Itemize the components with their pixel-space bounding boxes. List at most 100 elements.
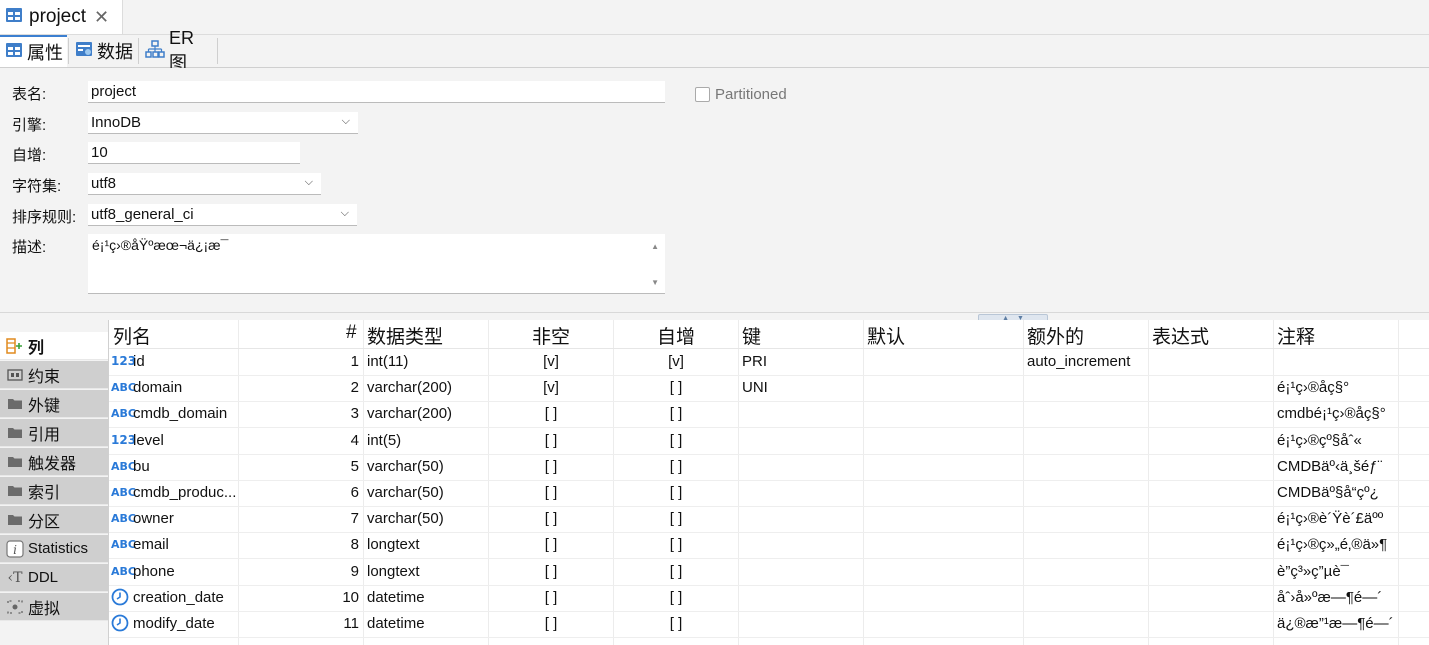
table-row[interactable]: ABC cmdb_produc... 6 varchar(50)[ ][ ] CMDBä…	[109, 480, 1429, 507]
cell-not-null[interactable]: [ ]	[492, 510, 610, 527]
cell-comment[interactable]: CMDBäº§å“çº¿	[1277, 484, 1395, 501]
cell-type[interactable]: varchar(50)	[367, 510, 485, 527]
sidebar-item-virtual[interactable]: 虚拟	[0, 593, 108, 621]
cell-type[interactable]: longtext	[367, 563, 485, 580]
table-row[interactable]: ABC owner 7 varchar(50)[ ][ ] é¡¹ç›®è´Ÿè´£äº…	[109, 506, 1429, 534]
cell-auto-inc[interactable]: [ ]	[617, 432, 735, 449]
cell-comment[interactable]: CMDBäº‹ä¸šéƒ¨	[1277, 458, 1395, 475]
header-expression[interactable]: 表达式	[1152, 322, 1209, 349]
cell-auto-inc[interactable]: [ ]	[617, 536, 735, 553]
cell-not-null[interactable]: [ ]	[492, 615, 610, 632]
cell-type[interactable]: varchar(50)	[367, 458, 485, 475]
partitioned-checkbox[interactable]: Partitioned	[695, 86, 787, 103]
auto-increment-input[interactable]: 10	[88, 142, 300, 164]
cell-key[interactable]: PRI	[742, 353, 860, 370]
cell-not-null[interactable]: [v]	[492, 353, 610, 370]
cell-num[interactable]: 2	[249, 379, 359, 396]
cell-name[interactable]: bu	[133, 458, 236, 475]
header-name[interactable]: 列名	[113, 322, 151, 349]
header-comment[interactable]: 注释	[1277, 322, 1315, 349]
cell-type[interactable]: varchar(200)	[367, 379, 485, 396]
sidebar-item-columns[interactable]: 列	[0, 332, 108, 360]
cell-num[interactable]: 9	[249, 563, 359, 580]
cell-comment[interactable]: é¡¹ç›®åç§°	[1277, 379, 1395, 396]
sidebar-item-ddl[interactable]: ‹T DDL	[0, 564, 108, 592]
tab-project[interactable]: project ✕	[0, 0, 123, 34]
cell-name[interactable]: creation_date	[133, 589, 236, 606]
cell-comment[interactable]: è”ç³»ç”µè¯	[1277, 563, 1395, 580]
header-extra[interactable]: 额外的	[1027, 322, 1084, 349]
cell-not-null[interactable]: [ ]	[492, 405, 610, 422]
sidebar-item-foreign-keys[interactable]: 外键	[0, 390, 108, 418]
cell-type[interactable]: int(11)	[367, 353, 485, 370]
cell-type[interactable]: datetime	[367, 615, 485, 632]
tab-er-diagram[interactable]: ER 图	[140, 28, 216, 73]
cell-auto-inc[interactable]: [ ]	[617, 510, 735, 527]
cell-not-null[interactable]: [ ]	[492, 563, 610, 580]
table-row[interactable]: ABC email 8 longtext[ ][ ] é¡¹ç›®ç»„é‚®ä»¶	[109, 532, 1429, 560]
cell-comment[interactable]: åˆ›å»ºæ—¶é—´	[1277, 589, 1395, 606]
cell-name[interactable]: cmdb_produc...	[133, 484, 236, 501]
cell-comment[interactable]: cmdbé¡¹ç›®åç§°	[1277, 405, 1395, 422]
cell-not-null[interactable]: [ ]	[492, 536, 610, 553]
cell-name[interactable]: email	[133, 536, 236, 553]
cell-auto-inc[interactable]: [ ]	[617, 458, 735, 475]
cell-name[interactable]: domain	[133, 379, 236, 396]
sidebar-item-indexes[interactable]: 索引	[0, 477, 108, 505]
cell-not-null[interactable]: [ ]	[492, 432, 610, 449]
table-row[interactable]: modify_date 11 datetime [ ] [ ] ä¿®æ”¹æ—¶é—´	[109, 611, 1429, 638]
description-textarea[interactable]: é¡¹ç›®åŸºæœ¬ä¿¡æ¯ ▲ ▼	[88, 234, 665, 294]
header-not-null[interactable]: 非空	[532, 322, 570, 349]
header-auto-inc[interactable]: 自增	[657, 322, 695, 349]
cell-not-null[interactable]: [ ]	[492, 589, 610, 606]
cell-auto-inc[interactable]: [ ]	[617, 615, 735, 632]
cell-type[interactable]: longtext	[367, 536, 485, 553]
table-row[interactable]: creation_date 10 datetime [ ] [ ] åˆ›å»ºæ—¶é—…	[109, 585, 1429, 612]
cell-name[interactable]: id	[133, 353, 236, 370]
cell-comment[interactable]: ä¿®æ”¹æ—¶é—´	[1277, 615, 1395, 632]
cell-key[interactable]: UNI	[742, 379, 860, 396]
cell-comment[interactable]: é¡¹ç›®çº§åˆ«	[1277, 432, 1395, 449]
cell-auto-inc[interactable]: [ ]	[617, 379, 735, 396]
cell-num[interactable]: 6	[249, 484, 359, 501]
cell-not-null[interactable]: [v]	[492, 379, 610, 396]
cell-name[interactable]: modify_date	[133, 615, 236, 632]
header-default[interactable]: 默认	[867, 322, 905, 349]
cell-num[interactable]: 4	[249, 432, 359, 449]
scroll-up-icon[interactable]: ▲	[651, 242, 659, 251]
cell-name[interactable]: cmdb_domain	[133, 405, 236, 422]
cell-not-null[interactable]: [ ]	[492, 458, 610, 475]
cell-num[interactable]: 10	[249, 589, 359, 606]
scroll-down-icon[interactable]: ▼	[651, 278, 659, 287]
cell-name[interactable]: phone	[133, 563, 236, 580]
cell-type[interactable]: varchar(50)	[367, 484, 485, 501]
cell-not-null[interactable]: [ ]	[492, 484, 610, 501]
collation-select[interactable]: utf8_general_ci ⌵	[88, 204, 357, 226]
table-row[interactable]: 123 id 1 int(11) [v] [v] PRI auto_increment	[109, 349, 1429, 376]
table-row[interactable]: ABC phone 9 longtext[ ][ ] è”ç³»ç”µè¯	[109, 559, 1429, 586]
cell-comment[interactable]: é¡¹ç›®ç»„é‚®ä»¶	[1277, 536, 1395, 553]
cell-extra[interactable]: auto_increment	[1027, 353, 1145, 370]
cell-auto-inc[interactable]: [ ]	[617, 589, 735, 606]
header-key[interactable]: 键	[742, 322, 761, 349]
cell-type[interactable]: int(5)	[367, 432, 485, 449]
close-icon[interactable]: ✕	[94, 7, 109, 28]
cell-num[interactable]: 11	[249, 615, 359, 632]
cell-num[interactable]: 7	[249, 510, 359, 527]
cell-type[interactable]: varchar(200)	[367, 405, 485, 422]
cell-auto-inc[interactable]: [ ]	[617, 484, 735, 501]
table-row[interactable]: ABC domain 2 varchar(200) [v][ ] UNI é¡¹ç›®åç§…	[109, 375, 1429, 403]
table-row[interactable]: ABC bu 5 varchar(50)[ ][ ] CMDBäº‹ä¸šéƒ¨	[109, 454, 1429, 481]
cell-num[interactable]: 1	[249, 353, 359, 370]
sidebar-item-statistics[interactable]: i Statistics	[0, 535, 108, 563]
tab-data[interactable]: 数据	[70, 35, 136, 67]
table-row[interactable]: 123 level 4 int(5)[ ][ ] é¡¹ç›®çº§åˆ«	[109, 428, 1429, 455]
table-name-input[interactable]: project	[88, 81, 665, 103]
charset-select[interactable]: utf8 ⌵	[88, 173, 321, 195]
header-num[interactable]: #	[346, 322, 357, 344]
sidebar-item-constraints[interactable]: 约束	[0, 361, 108, 389]
cell-auto-inc[interactable]: [ ]	[617, 563, 735, 580]
table-row[interactable]: ABC cmdb_domain 3 varchar(200)[ ][ ] cmdbé¡¹…	[109, 401, 1429, 429]
cell-comment[interactable]: é¡¹ç›®è´Ÿè´£äºº	[1277, 510, 1395, 527]
cell-num[interactable]: 3	[249, 405, 359, 422]
